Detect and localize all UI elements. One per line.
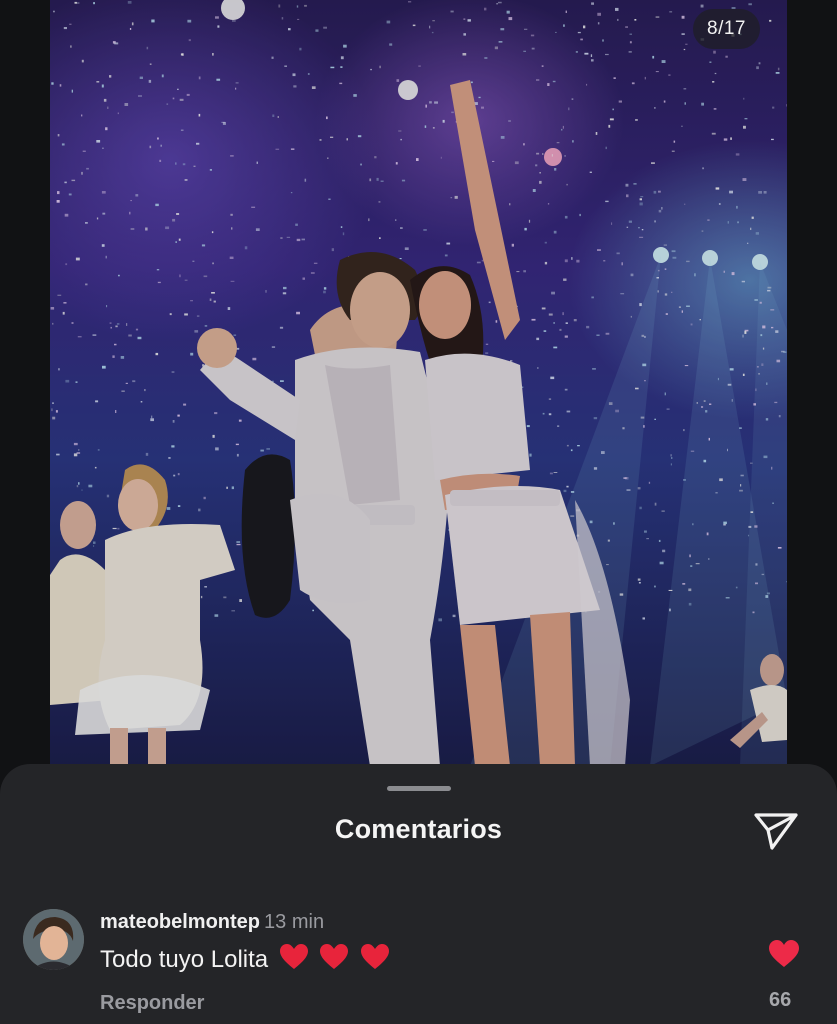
comment-text: Todo tuyo Lolita [100, 946, 269, 973]
sheet-title: Comentarios [334, 814, 503, 844]
post-photo[interactable]: 8/17 [50, 0, 787, 766]
concert-illustration [50, 0, 787, 766]
comment-time: 13 min [264, 911, 325, 933]
reply-button[interactable]: Responder [100, 992, 204, 1015]
avatar-image [23, 909, 84, 970]
red-heart-emoji [320, 944, 349, 969]
comment-body: Todo tuyo Lolita [100, 943, 390, 974]
username-text[interactable]: mateobelmontep [100, 911, 260, 933]
comment-item: mateobelmontep 13 min Todo tuyo Lolita Re… [0, 905, 837, 1024]
red-heart-emoji [279, 944, 308, 969]
send-icon[interactable] [752, 810, 800, 852]
like-count: 66 [769, 989, 792, 1011]
avatar[interactable] [23, 909, 84, 970]
carousel-counter: 8/17 [693, 9, 760, 49]
like-heart-icon[interactable] [768, 939, 800, 969]
screen: 8/17 Comentarios mateobelmontep 13 min To… [0, 0, 837, 1024]
sheet-grabber-handle[interactable] [387, 786, 451, 791]
comment-username[interactable]: mateobelmontep 13 min [100, 911, 324, 934]
red-heart-emoji [361, 944, 390, 969]
